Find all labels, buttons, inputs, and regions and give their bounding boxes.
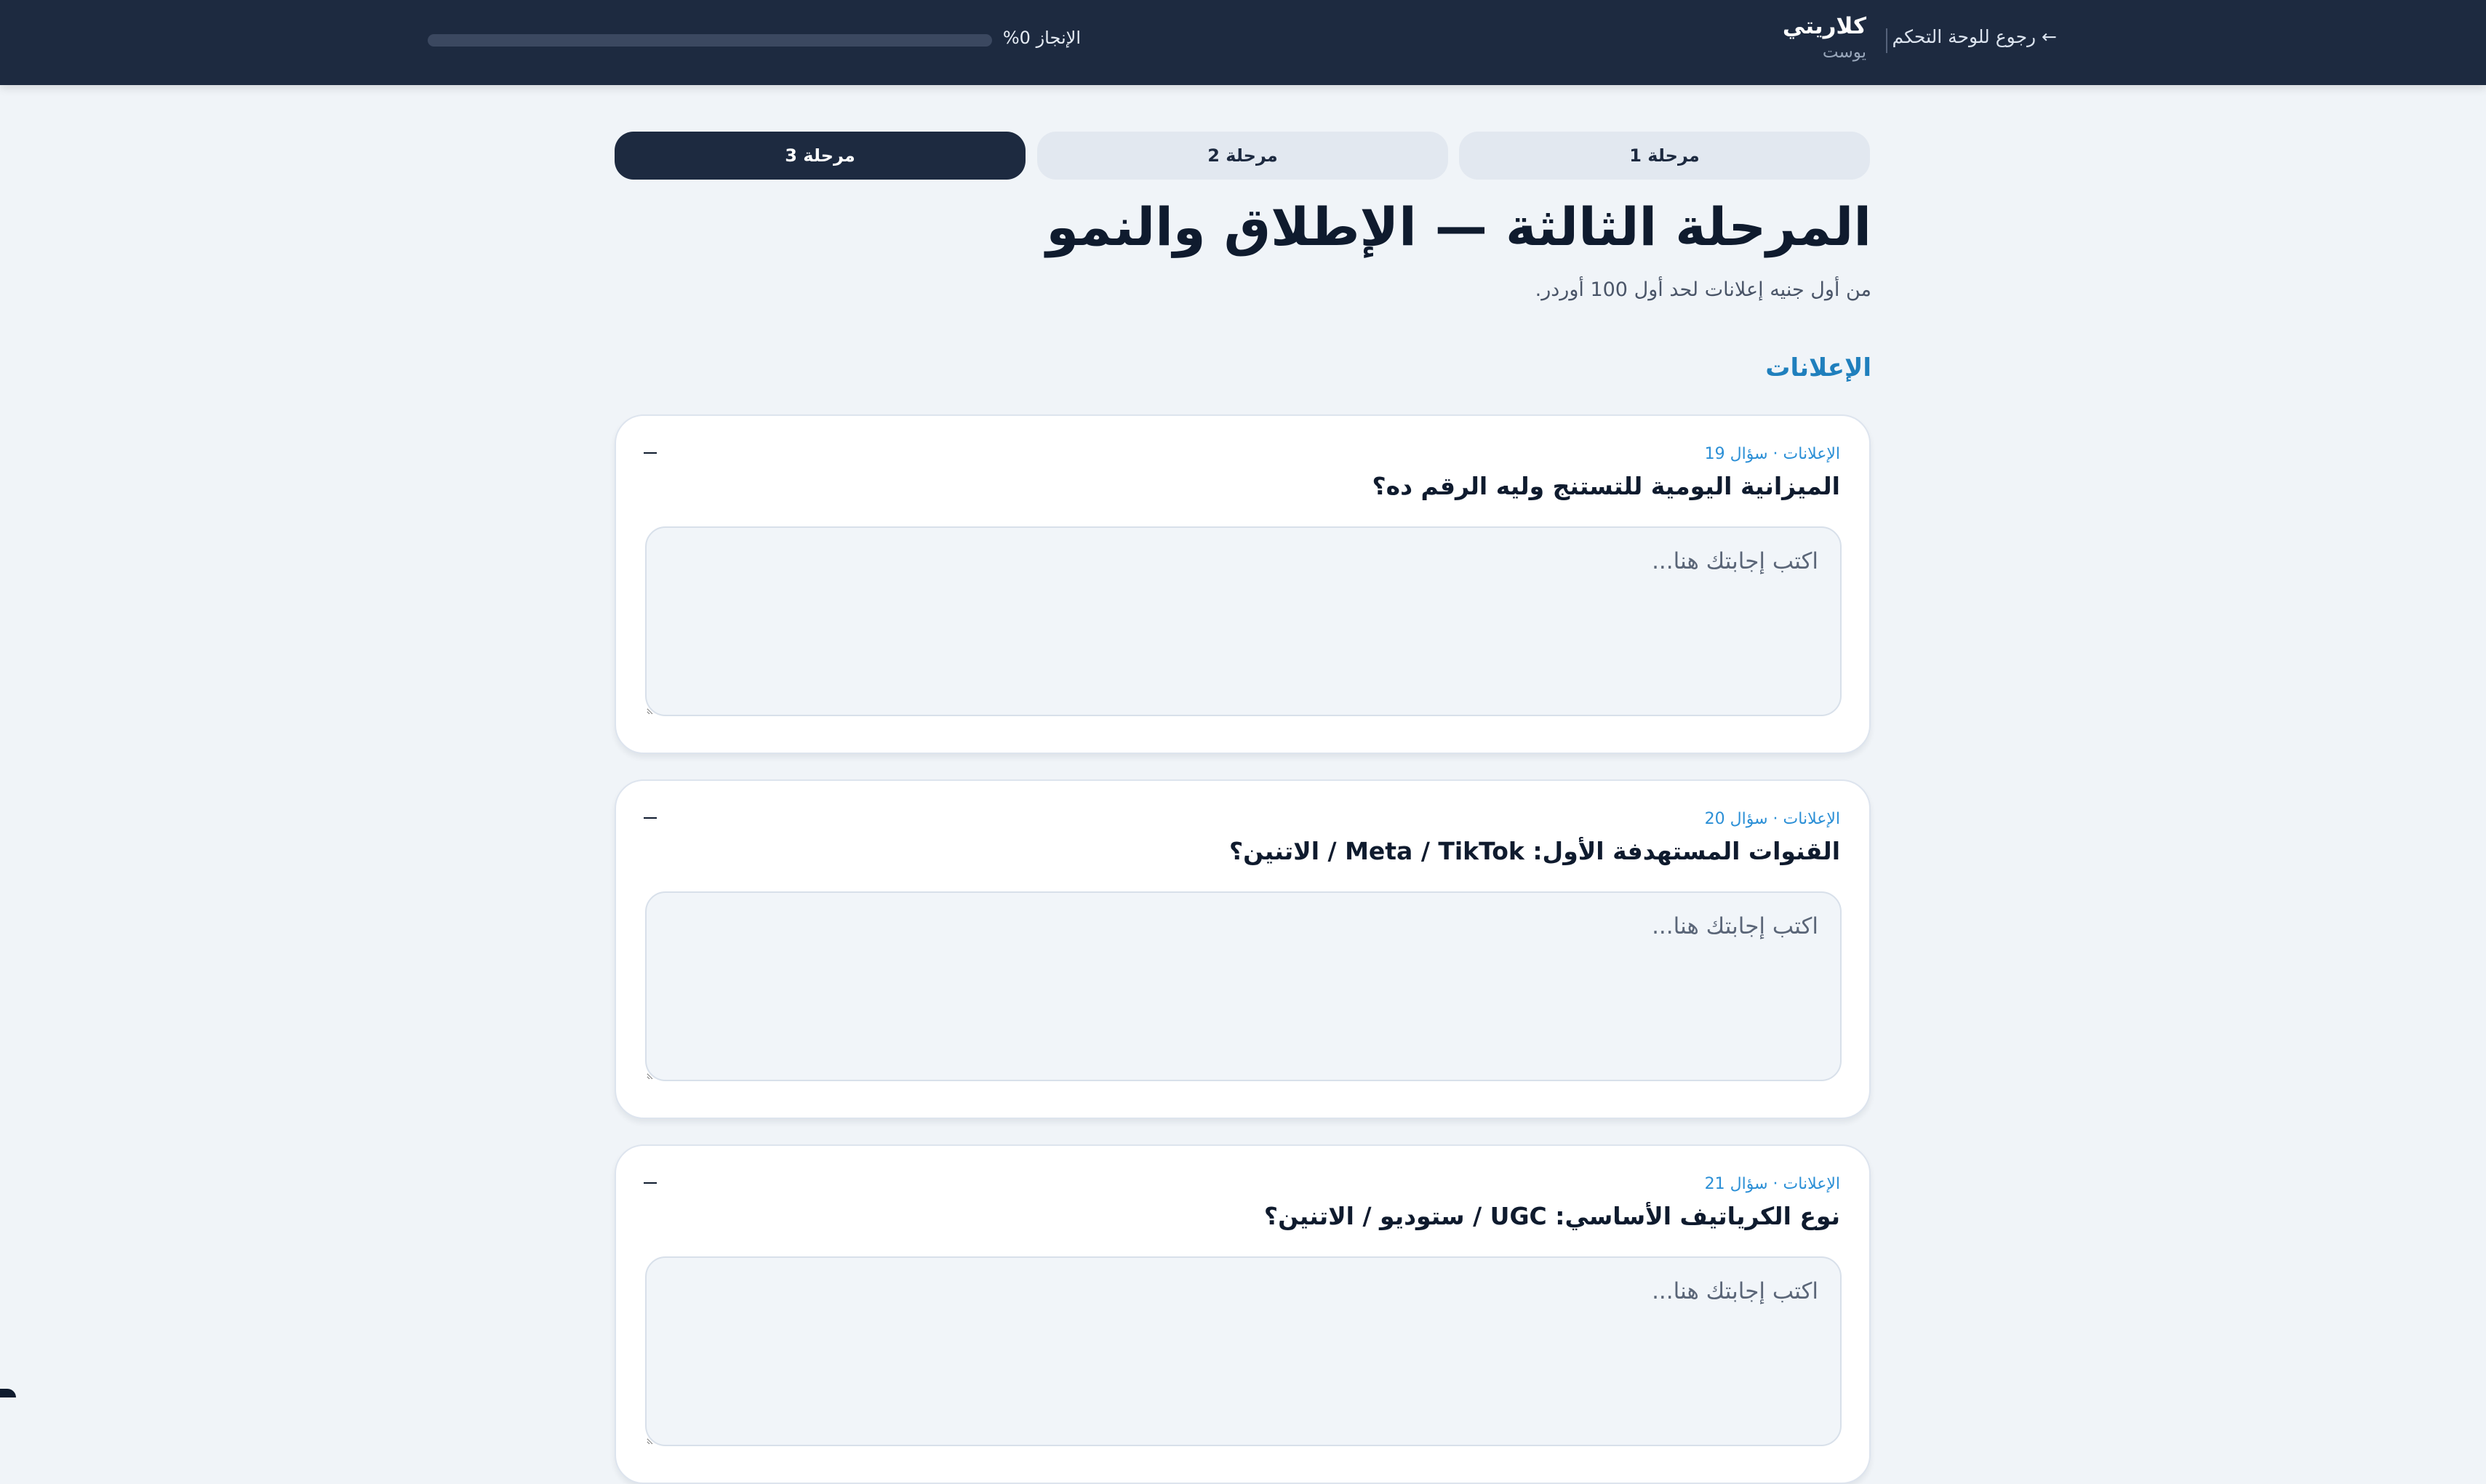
question-card: الإعلانات · سؤال 21 نوع الكرياتيف الأساس… xyxy=(615,1144,1871,1484)
answer-textarea[interactable] xyxy=(645,1256,1842,1446)
tab-stage-1[interactable]: مرحلة 1 xyxy=(1459,132,1870,180)
progress-label: الإنجاز 0% xyxy=(1002,28,1081,48)
page-title: المرحلة الثالثة — الإطلاق والنمو xyxy=(1046,196,1871,257)
brand: كلاريتي يوست xyxy=(1783,12,1866,64)
back-to-dashboard-link[interactable]: ← رجوع للوحة التحكم xyxy=(1892,26,2057,47)
minus-icon[interactable] xyxy=(644,452,657,454)
progress-bar xyxy=(428,34,992,47)
question-meta: الإعلانات · سؤال 20 xyxy=(1704,810,1840,828)
top-bar: ← رجوع للوحة التحكم كلاريتي يوست الإنجاز… xyxy=(0,0,2486,85)
tab-stage-3[interactable]: مرحلة 3 xyxy=(615,132,1026,180)
answer-textarea[interactable] xyxy=(645,526,1842,716)
minus-icon[interactable] xyxy=(644,1182,657,1184)
section-title: الإعلانات xyxy=(1765,353,1871,382)
tab-stage-2[interactable]: مرحلة 2 xyxy=(1037,132,1448,180)
question-card: الإعلانات · سؤال 19 الميزانية اليومية لل… xyxy=(615,414,1871,754)
question-text: القنوات المستهدفة الأول: Meta / TikTok /… xyxy=(1228,837,1840,865)
question-text: الميزانية اليومية للتستنج وليه الرقم ده؟ xyxy=(1372,472,1840,500)
question-meta: الإعلانات · سؤال 21 xyxy=(1704,1175,1840,1193)
brand-name: كلاريتي xyxy=(1782,13,1866,39)
question-card: الإعلانات · سؤال 20 القنوات المستهدفة ال… xyxy=(615,779,1871,1119)
minus-icon[interactable] xyxy=(644,817,657,819)
question-meta: الإعلانات · سؤال 19 xyxy=(1704,445,1840,463)
brand-subtitle: يوست xyxy=(1822,43,1866,62)
page-subtitle: من أول جنيه إعلانات لحد أول 100 أوردر. xyxy=(1535,278,1871,301)
answer-textarea[interactable] xyxy=(645,891,1842,1081)
header-divider xyxy=(1886,28,1887,53)
window-corner xyxy=(0,1389,16,1397)
question-text: نوع الكرياتيف الأساسي: UGC / ستوديو / ال… xyxy=(1263,1202,1840,1230)
